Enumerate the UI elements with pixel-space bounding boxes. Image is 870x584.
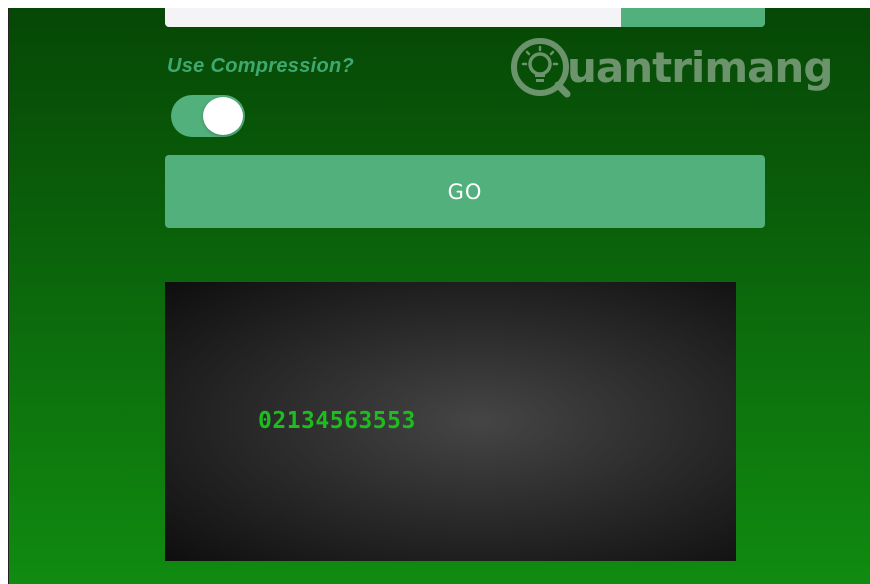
top-input-bar (165, 8, 765, 27)
app-frame: Use Compression? GO 02134563553 uantrima… (9, 8, 870, 584)
text-input[interactable] (165, 8, 621, 27)
input-submit-button[interactable] (621, 8, 765, 27)
toggle-knob (203, 97, 243, 135)
output-panel: 02134563553 (165, 282, 736, 561)
watermark-logo: uantrimang (509, 36, 833, 98)
watermark-text: uantrimang (567, 42, 833, 92)
compression-toggle[interactable] (171, 95, 245, 137)
go-button[interactable]: GO (165, 155, 765, 228)
compression-label: Use Compression? (167, 55, 355, 77)
lightbulb-q-icon (511, 38, 571, 98)
output-text: 02134563553 (258, 408, 416, 434)
